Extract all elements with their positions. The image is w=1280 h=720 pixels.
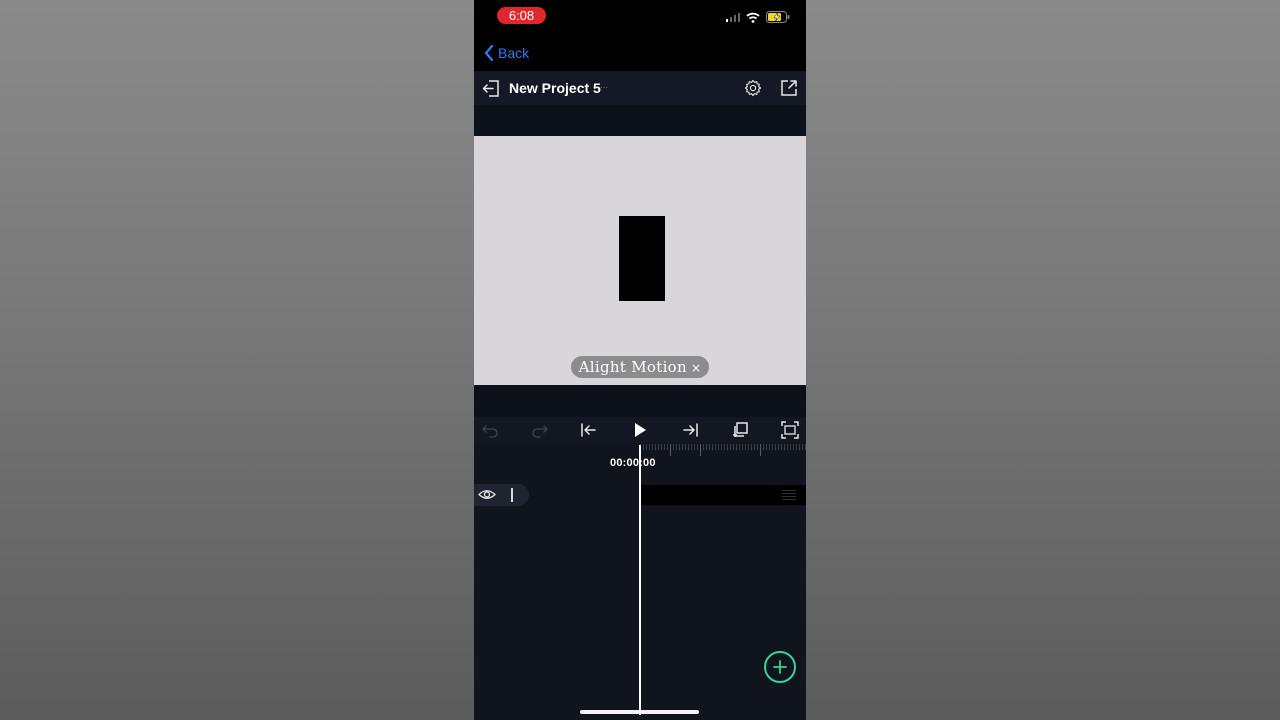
eye-icon[interactable] <box>478 488 496 501</box>
nav-bar: Back <box>474 36 806 71</box>
timeline-ruler[interactable] <box>640 444 806 450</box>
layer-controls <box>474 484 529 506</box>
project-header: New Project 5 ... <box>474 71 806 105</box>
canvas-rectangle-object[interactable] <box>619 216 665 301</box>
ruler-tick <box>760 444 761 456</box>
chevron-left-icon <box>484 45 494 61</box>
gear-icon[interactable] <box>744 79 762 97</box>
ruler-tick <box>700 444 701 456</box>
undo-icon[interactable] <box>481 421 499 439</box>
drag-handle-icon[interactable] <box>782 490 796 500</box>
project-title-suffix: ... <box>600 80 609 91</box>
play-icon[interactable] <box>631 421 649 439</box>
back-label: Back <box>498 45 530 61</box>
fit-view-icon[interactable] <box>781 421 799 439</box>
preview-canvas[interactable]: Alight Motion × <box>474 136 806 385</box>
add-layer-button[interactable] <box>764 651 796 683</box>
exit-project-icon[interactable] <box>482 80 500 97</box>
timeline-panel[interactable]: 00:00:00 <box>474 443 806 720</box>
skip-to-start-icon[interactable] <box>580 421 598 439</box>
duplicate-icon[interactable] <box>731 421 749 439</box>
canvas-padding-top <box>474 105 806 136</box>
battery-charging-icon <box>766 11 790 23</box>
project-title[interactable]: New Project 5 <box>509 80 601 96</box>
wifi-icon <box>746 12 760 23</box>
timecode-display: 00:00:00 <box>610 457 656 469</box>
status-bar: 6:08 <box>474 0 806 36</box>
watermark-badge[interactable]: Alight Motion × <box>571 356 709 378</box>
back-button[interactable]: Back <box>484 45 529 61</box>
layer-clip[interactable] <box>641 485 806 505</box>
status-icons <box>726 10 790 24</box>
plus-icon <box>773 660 787 674</box>
watermark-text: Alight Motion <box>578 358 687 376</box>
canvas-padding-bottom <box>474 385 806 417</box>
export-icon[interactable] <box>780 79 798 97</box>
home-indicator[interactable] <box>580 710 699 714</box>
ruler-tick <box>670 444 671 456</box>
watermark-close-icon[interactable]: × <box>691 361 701 375</box>
skip-to-end-icon[interactable] <box>681 421 699 439</box>
redo-icon[interactable] <box>531 421 549 439</box>
cellular-signal-icon <box>726 13 740 22</box>
phone-screen: 6:08 Back New Project 5 ... Alight Motio… <box>474 0 806 720</box>
status-time: 6:08 <box>497 7 546 24</box>
playback-toolbar <box>474 417 806 443</box>
layer-color-bar <box>511 488 513 502</box>
playhead[interactable] <box>639 445 641 715</box>
